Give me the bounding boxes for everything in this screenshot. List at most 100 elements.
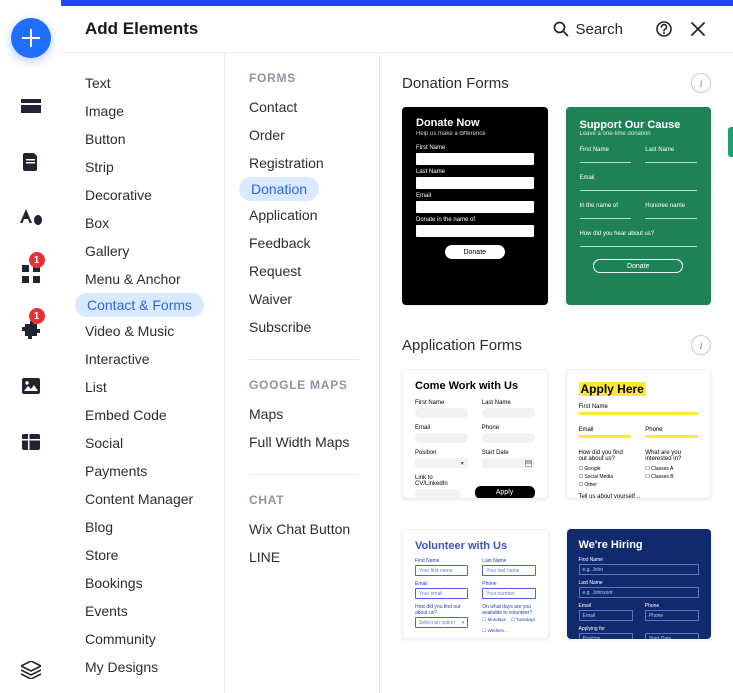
field-label: Email	[415, 425, 468, 431]
field-label: How did you hear about us?	[580, 231, 698, 237]
group-title: FORMS	[249, 71, 379, 85]
category-item[interactable]: Blog	[85, 513, 224, 541]
text-input	[645, 435, 698, 438]
template-card-hiring[interactable]: We're Hiring First Namee.g. John Last Na…	[567, 529, 712, 639]
category-item[interactable]: Text	[85, 69, 224, 97]
category-item[interactable]: Button	[85, 125, 224, 153]
card-subtitle: Leave a one-time donation	[580, 131, 698, 137]
template-card-volunteer[interactable]: Volunteer with Us First NameYour first n…	[402, 529, 549, 639]
category-item[interactable]: Content Manager	[85, 485, 224, 513]
text-input	[482, 433, 535, 443]
category-item[interactable]: Interactive	[85, 345, 224, 373]
category-item[interactable]: Embed Code	[85, 401, 224, 429]
text-input	[579, 412, 699, 415]
subcategory-item[interactable]: Donation	[239, 177, 319, 201]
category-item[interactable]: Contact & Forms	[75, 293, 204, 317]
card-subtitle: Help us make a difference	[416, 131, 534, 137]
category-item[interactable]: Community	[85, 625, 224, 653]
category-item[interactable]: Box	[85, 209, 224, 237]
category-item[interactable]: List	[85, 373, 224, 401]
image-icon	[22, 378, 40, 394]
chevron-down-icon: ▾	[462, 620, 465, 626]
text-input	[645, 211, 697, 219]
info-button[interactable]: i	[691, 335, 711, 355]
subcategory-item[interactable]: Request	[249, 257, 379, 285]
category-item[interactable]: My Designs	[85, 653, 224, 681]
text-input	[415, 408, 468, 418]
field-label: Last Name	[482, 400, 535, 406]
subcategory-list: FORMS ContactOrderRegistrationDonationApp…	[225, 53, 380, 693]
submit-button: Apply	[475, 486, 535, 499]
category-item[interactable]: Menu & Anchor	[85, 265, 224, 293]
subcategory-item[interactable]: Feedback	[249, 229, 379, 257]
add-button[interactable]	[11, 18, 51, 58]
layers-icon	[21, 661, 41, 679]
category-item[interactable]: Strip	[85, 153, 224, 181]
subcategory-item[interactable]: Order	[249, 121, 379, 149]
subcategory-item[interactable]: Waiver	[249, 285, 379, 313]
divider	[249, 474, 359, 475]
field-label: Email	[416, 193, 534, 199]
checkbox-option: Classes A	[645, 466, 698, 472]
submit-button: Donate	[593, 259, 683, 273]
search-button[interactable]: Search	[553, 21, 623, 38]
field-label: Last Name	[579, 580, 700, 586]
close-button[interactable]	[685, 16, 711, 42]
category-item[interactable]: Social	[85, 429, 224, 457]
category-item[interactable]: Gallery	[85, 237, 224, 265]
rail-layers[interactable]	[0, 661, 61, 679]
field-label: Start Date	[482, 450, 535, 456]
section-header: Donation Forms i	[402, 73, 711, 93]
card-row: Volunteer with Us First NameYour first n…	[402, 529, 711, 639]
field-label: What are you interested in?	[645, 450, 698, 462]
checkbox-option: Classes B	[645, 474, 698, 480]
help-button[interactable]	[651, 16, 677, 42]
rail-data[interactable]	[13, 424, 49, 460]
category-item[interactable]: Payments	[85, 457, 224, 485]
text-input	[416, 177, 534, 189]
info-button[interactable]: i	[691, 73, 711, 93]
template-card-donate-now[interactable]: Donate Now Help us make a difference Fir…	[402, 107, 548, 305]
field-label: Email	[415, 581, 468, 587]
template-card-come-work[interactable]: Come Work with Us First Name Last Name E…	[402, 369, 548, 499]
category-item[interactable]: Image	[85, 97, 224, 125]
subcategory-item[interactable]: Full Width Maps	[249, 428, 379, 456]
subcategory-item[interactable]: Contact	[249, 93, 379, 121]
field-label: Link to CV/LinkedIn	[415, 475, 461, 487]
card-title: Volunteer with Us	[415, 540, 536, 552]
category-item[interactable]: Bookings	[85, 569, 224, 597]
subcategory-item[interactable]: LINE	[249, 543, 379, 571]
subcategory-item[interactable]: Maps	[249, 400, 379, 428]
rail-pages[interactable]	[13, 144, 49, 180]
field-label: First Name	[416, 145, 534, 151]
info-icon: i	[699, 338, 702, 353]
template-card-apply-here[interactable]: Apply Here First Name Email Phone How di…	[566, 369, 712, 499]
element-gallery: Donation Forms i Donate Now Help us make…	[380, 53, 733, 693]
template-card-support-cause[interactable]: Support Our Cause Leave a one-time donat…	[566, 107, 712, 305]
text-input	[416, 153, 534, 165]
text-input: e.g. Johnsont	[579, 587, 700, 598]
rail-theme[interactable]	[13, 200, 49, 236]
search-label: Search	[575, 21, 623, 38]
checkbox-group: MondaysTuesdaysWednes…	[482, 617, 535, 634]
field-label: Last Name	[645, 147, 697, 153]
subcategory-item[interactable]: Registration	[249, 149, 379, 177]
section-header: Application Forms i	[402, 335, 711, 355]
checkbox-option: Other	[579, 482, 632, 488]
rail-apps[interactable]: 1	[13, 256, 49, 292]
select-input: Select an option▾	[415, 617, 468, 628]
text-input	[645, 155, 697, 163]
card-title: Apply Here	[579, 382, 646, 396]
rail-extensions[interactable]: 1	[13, 312, 49, 348]
category-item[interactable]: Decorative	[85, 181, 224, 209]
subcategory-item[interactable]: Subscribe	[249, 313, 379, 341]
subcategory-item[interactable]: Application	[249, 201, 379, 229]
category-item[interactable]: Store	[85, 541, 224, 569]
subcategory-item[interactable]: Wix Chat Button	[249, 515, 379, 543]
field-label: Phone	[645, 427, 698, 433]
category-item[interactable]: Video & Music	[85, 317, 224, 345]
category-item[interactable]: Events	[85, 597, 224, 625]
rail-sections[interactable]	[13, 88, 49, 124]
calendar-icon	[525, 460, 532, 467]
rail-media[interactable]	[13, 368, 49, 404]
